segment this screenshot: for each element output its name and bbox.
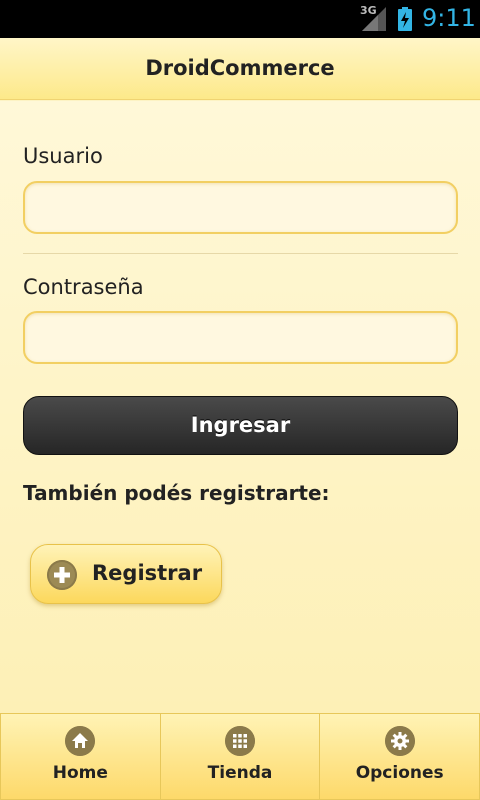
- clock: 9:11: [422, 4, 476, 32]
- battery-icon: [398, 7, 412, 31]
- nav-label-tienda: Tienda: [207, 763, 273, 783]
- nav-item-home[interactable]: Home: [0, 713, 160, 800]
- nav-item-tienda[interactable]: Tienda: [159, 713, 320, 800]
- status-bar: 3G 9:11: [0, 0, 480, 38]
- plus-icon: [47, 560, 77, 590]
- nav-label-opciones: Opciones: [355, 763, 444, 783]
- nav-item-opciones[interactable]: Opciones: [319, 713, 480, 800]
- gear-icon: [384, 726, 415, 756]
- app-header: DroidCommerce: [0, 38, 480, 100]
- divider: [23, 253, 458, 254]
- register-button-label: Registrar: [92, 561, 203, 585]
- password-label: Contraseña: [23, 275, 144, 299]
- login-button[interactable]: Ingresar: [23, 396, 458, 455]
- username-input[interactable]: [23, 181, 458, 234]
- network-type: 3G: [360, 4, 377, 17]
- bottom-navbar: Home Tienda Opciones: [0, 713, 480, 800]
- username-label: Usuario: [23, 144, 103, 168]
- grid-icon: [225, 726, 255, 756]
- password-input[interactable]: [23, 311, 458, 364]
- home-icon: [65, 726, 96, 756]
- nav-label-home: Home: [52, 763, 108, 783]
- login-form: Usuario Contraseña Ingresar También podé…: [0, 101, 480, 713]
- app-title: DroidCommerce: [145, 56, 335, 80]
- register-prompt: También podés registrarte:: [23, 481, 330, 505]
- register-button[interactable]: Registrar: [30, 544, 222, 604]
